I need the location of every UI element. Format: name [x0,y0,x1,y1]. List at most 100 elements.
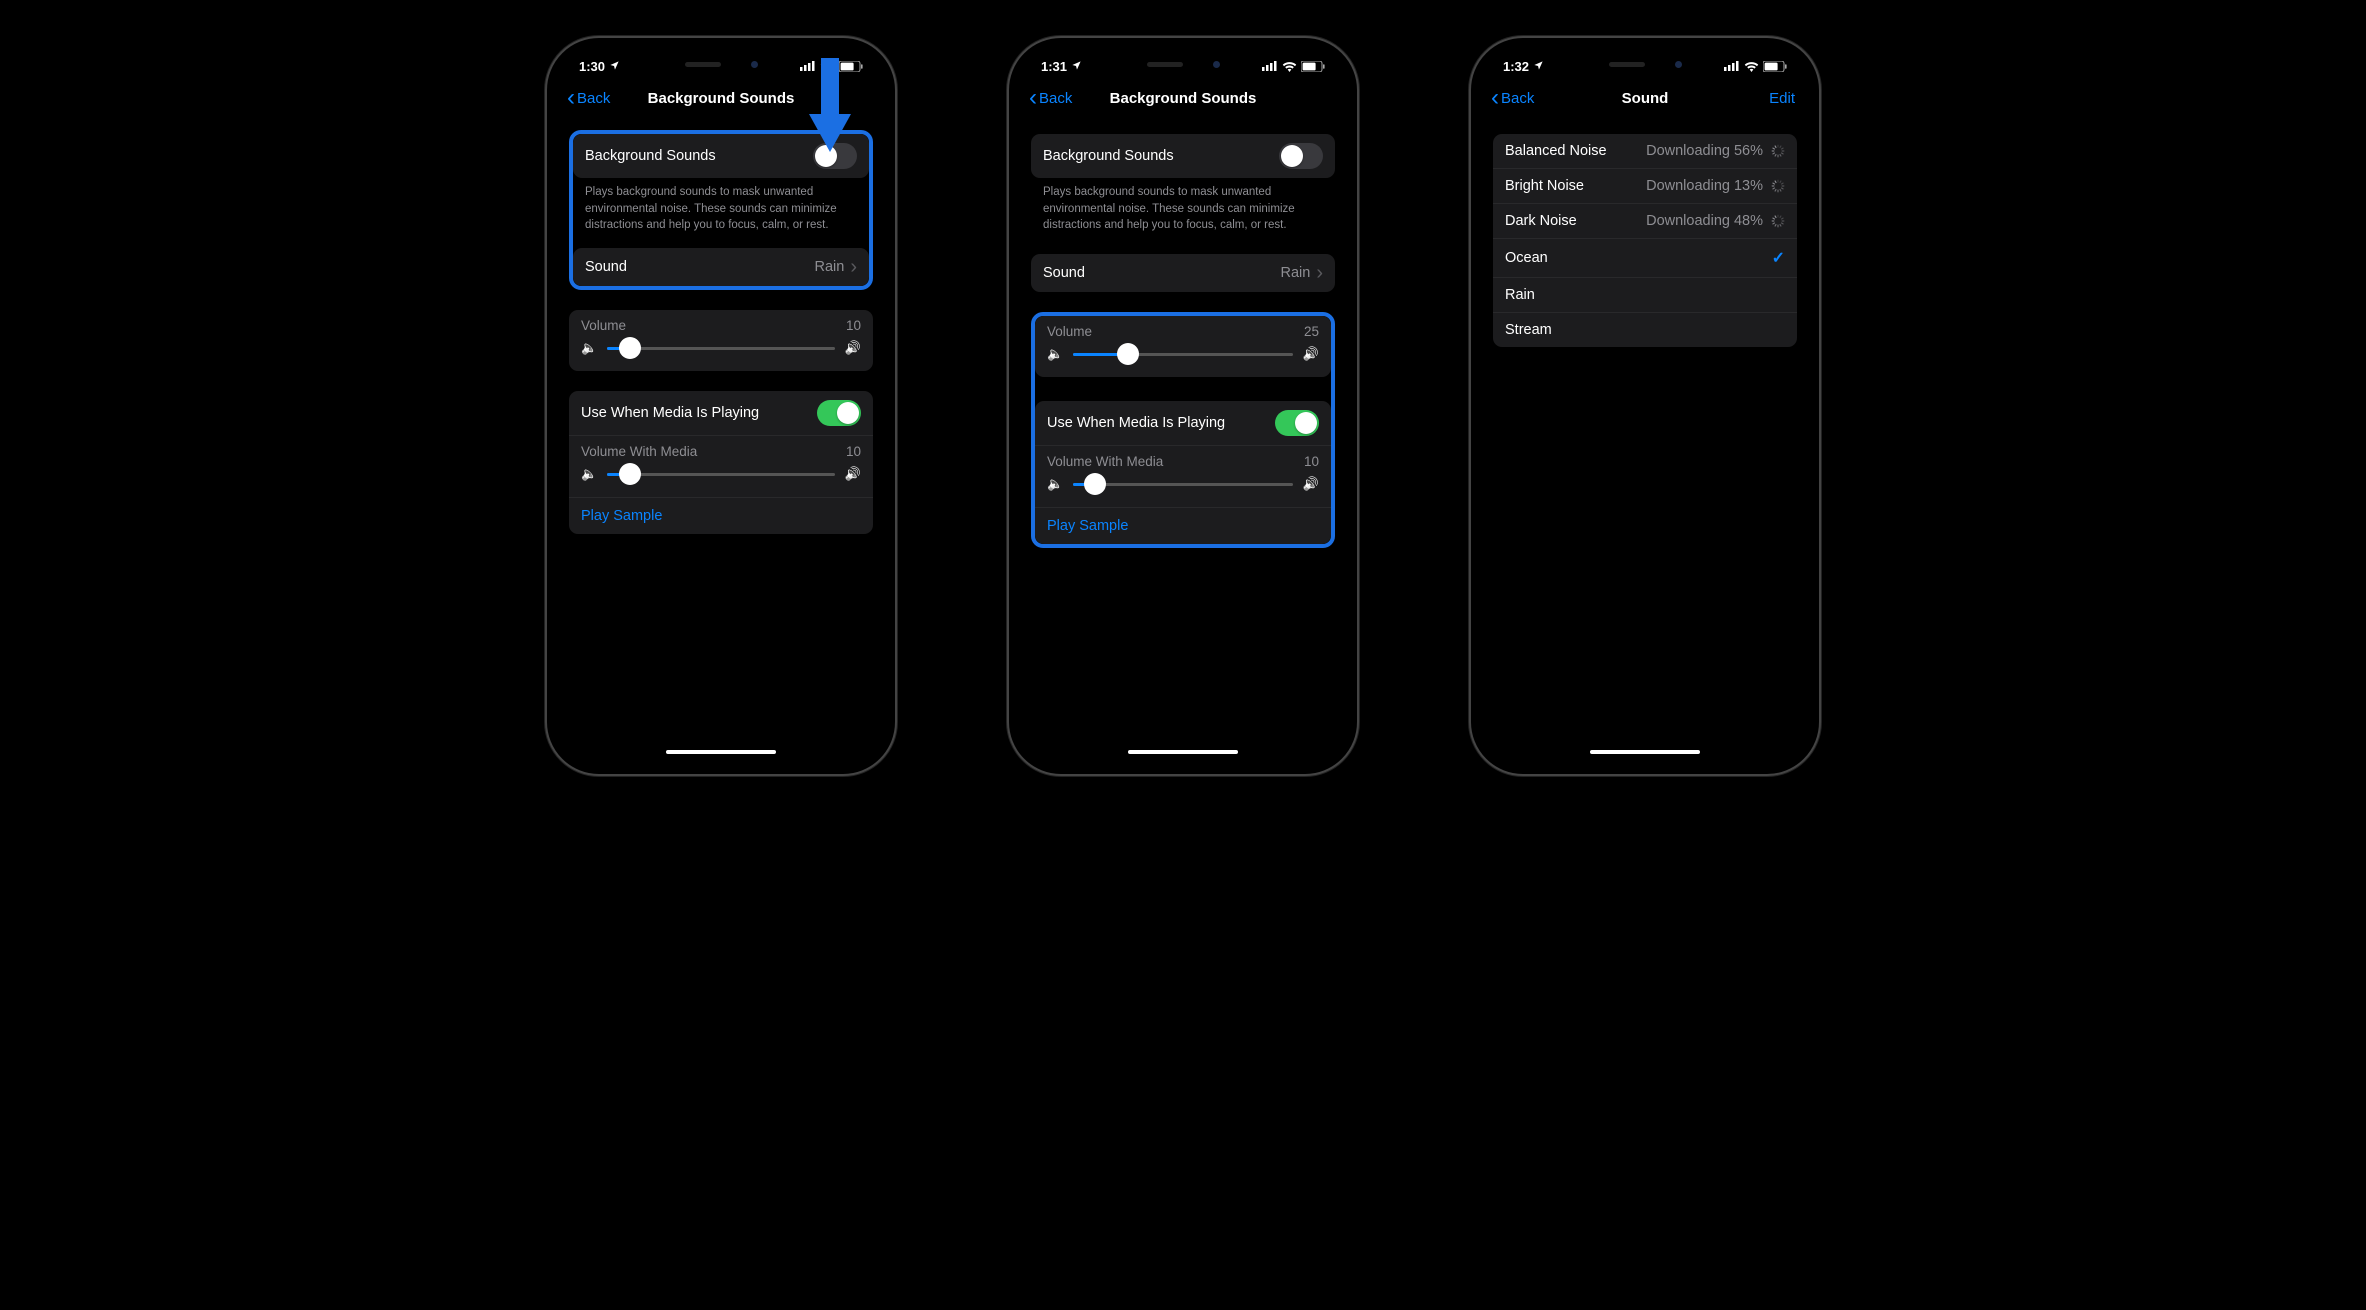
speaker-low-icon [1047,475,1063,493]
battery-icon [1763,61,1787,72]
download-status: Downloading 48% [1646,213,1763,229]
vm-label: Volume With Media [1047,454,1163,469]
sound-option[interactable]: Balanced Noise Downloading 56% [1493,134,1797,168]
volume-label: Volume [1047,324,1092,339]
page-title: Sound [1622,90,1669,107]
home-indicator[interactable] [1128,750,1238,754]
spinner-icon [1771,179,1785,193]
bg-sounds-group: Background Sounds [1031,134,1335,178]
phone-3: 1:32 Back Sound Edit Balanced NoiseDownl… [1469,36,1821,776]
sound-value: Rain [815,259,845,275]
bg-sounds-label: Background Sounds [585,148,716,164]
volume-group: Volume 10 [569,310,873,371]
media-toggle[interactable] [1275,410,1319,436]
sound-option[interactable]: Bright Noise Downloading 13% [1493,168,1797,203]
sound-label: Sound [1043,265,1085,281]
annotation-arrow-icon [807,58,853,159]
play-sample-button[interactable]: Play Sample [1035,507,1331,544]
status-time: 1:30 [579,59,605,74]
back-button[interactable]: Back [1491,86,1534,110]
bg-sounds-label: Background Sounds [1043,148,1174,164]
sound-option-label: Bright Noise [1505,178,1584,194]
cellular-icon [1724,61,1740,71]
media-row: Use When Media Is Playing [569,391,873,435]
home-indicator[interactable] [666,750,776,754]
status-time: 1:31 [1041,59,1067,74]
speaker-high-icon [1303,475,1319,493]
notch [1580,52,1710,76]
spinner-icon [1771,144,1785,158]
bg-sounds-description: Plays background sounds to mask unwanted… [573,178,869,242]
home-indicator[interactable] [1590,750,1700,754]
sound-option[interactable]: Rain [1493,277,1797,312]
download-status: Downloading 13% [1646,178,1763,194]
play-sample-button[interactable]: Play Sample [569,497,873,534]
highlight-box-2: Volume 25 Use When Media Is Playing [1031,312,1335,548]
cellular-icon [1262,61,1278,71]
sound-option-label: Rain [1505,287,1535,303]
sound-option[interactable]: Stream [1493,312,1797,347]
sound-value: Rain [1281,265,1311,281]
bg-sounds-row: Background Sounds [1031,134,1335,178]
sound-label: Sound [585,259,627,275]
media-label: Use When Media Is Playing [581,405,759,421]
chevron-right-icon [850,257,857,277]
spinner-icon [1771,214,1785,228]
nav-bar: Back Background Sounds [1023,80,1343,116]
sound-option[interactable]: Ocean [1493,238,1797,277]
media-row: Use When Media Is Playing [1035,401,1331,445]
back-label: Back [577,90,610,107]
speaker-low-icon [581,465,597,483]
download-status: Downloading 56% [1646,143,1763,159]
vm-slider[interactable] [1047,475,1319,493]
battery-icon [1301,61,1325,72]
sound-option-label: Balanced Noise [1505,143,1607,159]
location-icon [1533,59,1544,74]
bg-sounds-toggle[interactable] [1279,143,1323,169]
edit-button[interactable]: Edit [1769,90,1795,107]
speaker-low-icon [581,339,597,357]
media-label: Use When Media Is Playing [1047,415,1225,431]
speaker-high-icon [845,465,861,483]
phone-1: 1:30 Back Backg [545,36,897,776]
back-label: Back [1501,90,1534,107]
speaker-high-icon [1303,345,1319,363]
media-toggle[interactable] [817,400,861,426]
speaker-high-icon [845,339,861,357]
screen-1: 1:30 Back Backg [561,52,881,760]
sound-option-label: Ocean [1505,250,1548,266]
vm-slider[interactable] [581,465,861,483]
bg-sounds-description: Plays background sounds to mask unwanted… [1031,178,1335,234]
nav-bar: Back Sound Edit [1485,80,1805,116]
location-icon [1071,59,1082,74]
back-button[interactable]: Back [1029,86,1072,110]
sound-row[interactable]: Sound Rain [1031,254,1335,292]
media-group: Use When Media Is Playing Volume With Me… [1035,401,1331,544]
sound-option[interactable]: Dark NoiseDownloading 48% [1493,203,1797,238]
notch [656,52,786,76]
notch [1118,52,1248,76]
sound-select-group: Sound Rain [573,248,869,286]
volume-value: 10 [846,318,861,333]
vm-value: 10 [1304,454,1319,469]
vm-value: 10 [846,444,861,459]
page-title: Background Sounds [648,90,795,107]
phone-2: 1:31 Back Background Sounds Background [1007,36,1359,776]
chevron-right-icon [1316,263,1323,283]
volume-group: Volume 25 [1035,316,1331,377]
chevron-left-icon [1029,86,1037,110]
volume-slider[interactable] [1047,345,1319,363]
volume-slider[interactable] [581,339,861,357]
volume-value: 25 [1304,324,1319,339]
chevron-left-icon [1491,86,1499,110]
volume-label: Volume [581,318,626,333]
media-group: Use When Media Is Playing Volume With Me… [569,391,873,534]
sound-row[interactable]: Sound Rain [573,248,869,286]
vm-label: Volume With Media [581,444,697,459]
screen-2: 1:31 Back Background Sounds Background [1023,52,1343,760]
back-label: Back [1039,90,1072,107]
speaker-low-icon [1047,345,1063,363]
sound-list: Balanced Noise Downloading 56% Bright Nois… [1493,134,1797,347]
back-button[interactable]: Back [567,86,610,110]
screen-3: 1:32 Back Sound Edit Balanced NoiseDownl… [1485,52,1805,760]
